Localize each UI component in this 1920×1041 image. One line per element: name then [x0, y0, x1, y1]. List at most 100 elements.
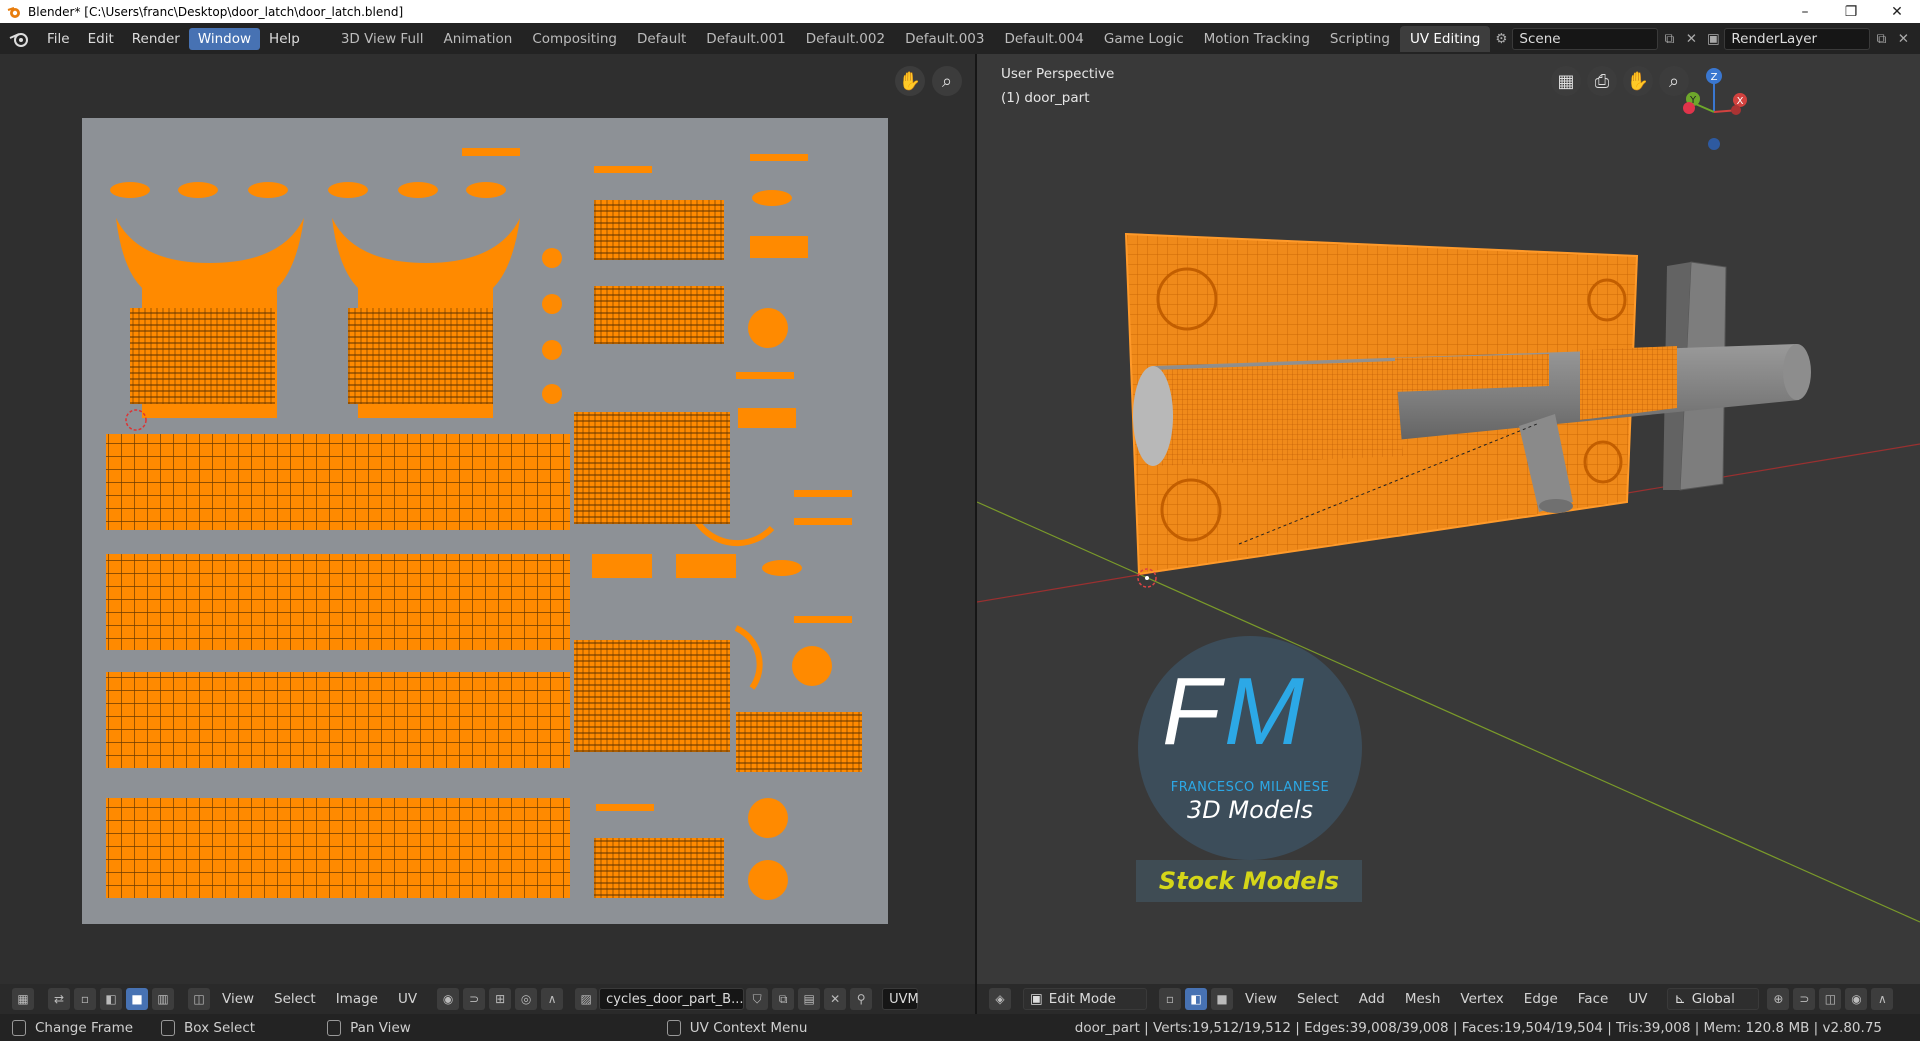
hint-pan-view: Pan View — [327, 1019, 411, 1036]
proportional-edit-icon[interactable]: ◉ — [1845, 988, 1868, 1010]
uv-image-canvas[interactable] — [82, 118, 888, 924]
mouse-middle-icon — [327, 1019, 342, 1036]
tab-default-004[interactable]: Default.004 — [994, 26, 1093, 52]
hand-pan-icon[interactable]: ✋ — [895, 66, 925, 96]
uv-menu-image[interactable]: Image — [326, 991, 388, 1007]
3d-viewport[interactable]: User Perspective (1) door_part ▦ ⎙ ✋ ⌕ Z… — [977, 54, 1920, 1014]
pivot-icon[interactable]: ◉ — [437, 988, 460, 1010]
tab-scripting[interactable]: Scripting — [1320, 26, 1400, 52]
proportional-edit-icon[interactable]: ◎ — [515, 988, 538, 1010]
minimize-button[interactable]: – — [1782, 0, 1828, 23]
tab-uv-editing[interactable]: UV Editing — [1399, 25, 1491, 52]
new-scene-icon[interactable]: ⧉ — [1658, 28, 1680, 50]
menu-window[interactable]: Window — [188, 27, 261, 50]
vertex-select-icon[interactable]: ▫ — [1159, 988, 1181, 1010]
vp-menu-vertex[interactable]: Vertex — [1450, 991, 1513, 1007]
stock-models-banner: Stock Models — [1136, 860, 1362, 902]
new-layer-icon[interactable]: ⧉ — [1870, 28, 1892, 50]
open-image-icon[interactable]: ▤ — [798, 988, 821, 1010]
vp-menu-view[interactable]: View — [1235, 991, 1287, 1007]
editor-type-icon[interactable]: ▦ — [12, 988, 34, 1010]
snap-icon[interactable]: ⊃ — [1793, 988, 1816, 1010]
sticky-select-icon[interactable]: ◫ — [188, 988, 210, 1010]
fake-user-icon[interactable]: ⛉ — [746, 988, 769, 1010]
menu-render[interactable]: Render — [123, 28, 189, 50]
edit-mode-icon: ▣ — [1030, 991, 1043, 1007]
vp-menu-uv[interactable]: UV — [1618, 991, 1657, 1007]
uvmap-field[interactable]: UVM — [882, 988, 919, 1010]
tab-motion-tracking[interactable]: Motion Tracking — [1194, 26, 1320, 52]
blender-icon — [6, 4, 22, 20]
uv-editor-header: ▦ ⇄ ▫ ◧ ■ ▥ ◫ View Select Image UV ◉ ⊃ ⊞… — [0, 984, 975, 1014]
navigation-gizmo[interactable]: Z Y X — [1669, 62, 1759, 162]
vp-menu-edge[interactable]: Edge — [1514, 991, 1568, 1007]
viewport-scene — [977, 232, 1920, 923]
render-layer-icon[interactable]: ▣ — [1702, 28, 1724, 50]
new-image-icon[interactable]: ⧉ — [772, 988, 795, 1010]
active-object-label: (1) door_part — [1001, 90, 1090, 106]
unlink-image-icon[interactable]: ✕ — [824, 988, 847, 1010]
mouse-left-icon — [12, 1019, 26, 1036]
status-bar: Change Frame Box Select Pan View UV Cont… — [0, 1014, 1920, 1041]
scene-selector-icon[interactable]: ⚙ — [1490, 28, 1512, 50]
snap-target-icon[interactable]: ◫ — [1819, 988, 1842, 1010]
zoom-icon[interactable]: ⌕ — [932, 66, 962, 96]
vp-menu-add[interactable]: Add — [1349, 991, 1395, 1007]
vp-menu-mesh[interactable]: Mesh — [1395, 991, 1451, 1007]
uv-editor[interactable]: ✋ ⌕ ▦ ⇄ ▫ ◧ ■ ▥ ◫ View Select Image UV ◉… — [0, 54, 975, 1014]
edge-select-icon[interactable]: ◧ — [1185, 988, 1207, 1010]
tab-default[interactable]: Default — [627, 26, 696, 52]
view-name-label: User Perspective — [1001, 66, 1115, 82]
hint-uv-context-menu: UV Context Menu — [666, 1019, 807, 1036]
logo-letter-f: F — [1162, 658, 1221, 765]
orientation-label: Global — [1691, 991, 1735, 1007]
orientation-selector[interactable]: ⊾ Global — [1667, 988, 1760, 1010]
face-select-icon[interactable]: ■ — [126, 988, 148, 1010]
snap-icon[interactable]: ⊃ — [463, 988, 486, 1010]
menu-help[interactable]: Help — [260, 28, 309, 50]
face-select-icon[interactable]: ■ — [1211, 988, 1233, 1010]
image-name-field[interactable]: cycles_door_part_B... — [599, 988, 745, 1010]
snap-target-icon[interactable]: ⊞ — [489, 988, 512, 1010]
tab-default-003[interactable]: Default.003 — [895, 26, 994, 52]
close-button[interactable]: ✕ — [1874, 0, 1920, 23]
menu-edit[interactable]: Edit — [79, 28, 123, 50]
falloff-icon[interactable]: ∧ — [541, 988, 564, 1010]
remove-scene-icon[interactable]: ✕ — [1680, 28, 1702, 50]
editor-type-icon[interactable]: ◈ — [989, 988, 1011, 1010]
hint-change-frame: Change Frame — [12, 1019, 133, 1036]
render-layer-field[interactable]: RenderLayer — [1724, 27, 1871, 50]
hand-pan-icon[interactable]: ✋ — [1623, 66, 1653, 96]
camera-view-icon[interactable]: ⎙ — [1587, 66, 1617, 96]
edge-select-icon[interactable]: ◧ — [100, 988, 122, 1010]
uv-islands — [106, 148, 862, 900]
vp-menu-select[interactable]: Select — [1287, 991, 1349, 1007]
grid-view-icon[interactable]: ▦ — [1551, 66, 1581, 96]
scene-field[interactable]: Scene — [1512, 27, 1659, 50]
remove-layer-icon[interactable]: ✕ — [1892, 28, 1914, 50]
pivot-icon[interactable]: ⊕ — [1767, 988, 1790, 1010]
uv-menu-uv[interactable]: UV — [388, 991, 427, 1007]
vp-menu-face[interactable]: Face — [1568, 991, 1619, 1007]
vertex-select-icon[interactable]: ▫ — [74, 988, 96, 1010]
mouse-right-icon — [666, 1019, 681, 1036]
tab-3d-view-full[interactable]: 3D View Full — [331, 26, 434, 52]
tab-animation[interactable]: Animation — [434, 26, 523, 52]
falloff-icon[interactable]: ∧ — [1871, 988, 1894, 1010]
tab-default-001[interactable]: Default.001 — [696, 26, 795, 52]
island-select-icon[interactable]: ▥ — [152, 988, 174, 1010]
blender-logo-icon[interactable] — [0, 31, 38, 47]
restore-button[interactable]: ❐ — [1828, 0, 1874, 23]
tab-compositing[interactable]: Compositing — [522, 26, 627, 52]
uv-menu-select[interactable]: Select — [264, 991, 326, 1007]
pin-icon[interactable]: ⚲ — [850, 988, 873, 1010]
image-browse-icon[interactable]: ▨ — [575, 988, 598, 1010]
menu-file[interactable]: File — [38, 28, 79, 50]
mode-selector[interactable]: ▣ Edit Mode — [1023, 988, 1147, 1010]
sync-selection-icon[interactable]: ⇄ — [48, 988, 70, 1010]
tab-game-logic[interactable]: Game Logic — [1094, 26, 1194, 52]
tab-default-002[interactable]: Default.002 — [796, 26, 895, 52]
mode-label: Edit Mode — [1048, 991, 1116, 1007]
watermark-logo: F M FRANCESCO MILANESE 3D Models — [1138, 636, 1362, 860]
uv-menu-view[interactable]: View — [212, 991, 264, 1007]
